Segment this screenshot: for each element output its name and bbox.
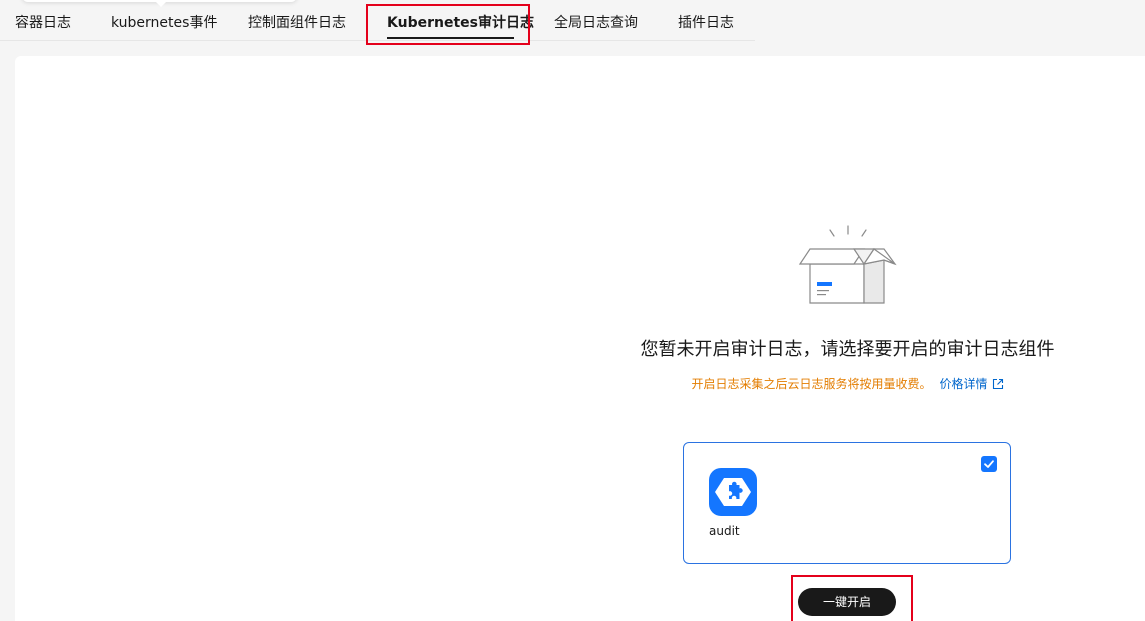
active-tab-indicator: [387, 37, 514, 39]
tab-container-logs[interactable]: 容器日志: [15, 13, 71, 33]
external-link-icon[interactable]: [992, 378, 1004, 390]
price-details-label[interactable]: 价格详情: [940, 377, 988, 391]
one-click-enable-button[interactable]: 一键开启: [798, 588, 896, 616]
puzzle-hexagon-icon: [709, 468, 757, 516]
tab-bar: 容器日志 kubernetes事件 控制面组件日志 Kubernetes审计日志…: [0, 0, 1145, 42]
tab-addon-logs[interactable]: 插件日志: [678, 13, 734, 33]
fee-note: 开启日志采集之后云日志服务将按用量收费。: [691, 377, 932, 391]
tooltip-caret: [155, 1, 167, 7]
price-details-link[interactable]: 价格详情: [940, 377, 1004, 391]
tab-global-log-query[interactable]: 全局日志查询: [554, 13, 638, 33]
audit-component-card[interactable]: audit: [683, 442, 1011, 564]
tab-control-plane-logs[interactable]: 控制面组件日志: [248, 13, 346, 33]
tab-kubernetes-events[interactable]: kubernetes事件: [111, 13, 217, 33]
checkmark-icon: [984, 460, 994, 468]
component-name: audit: [709, 524, 740, 538]
tab-kubernetes-audit-logs[interactable]: Kubernetes审计日志: [387, 13, 534, 33]
open-box-icon: [798, 225, 897, 304]
fee-notice-line: 开启日志采集之后云日志服务将按用量收费。 价格详情: [600, 375, 1095, 393]
empty-state-title: 您暂未开启审计日志，请选择要开启的审计日志组件: [640, 339, 1055, 360]
tab-divider: [0, 40, 755, 41]
component-checkbox[interactable]: [981, 456, 997, 472]
